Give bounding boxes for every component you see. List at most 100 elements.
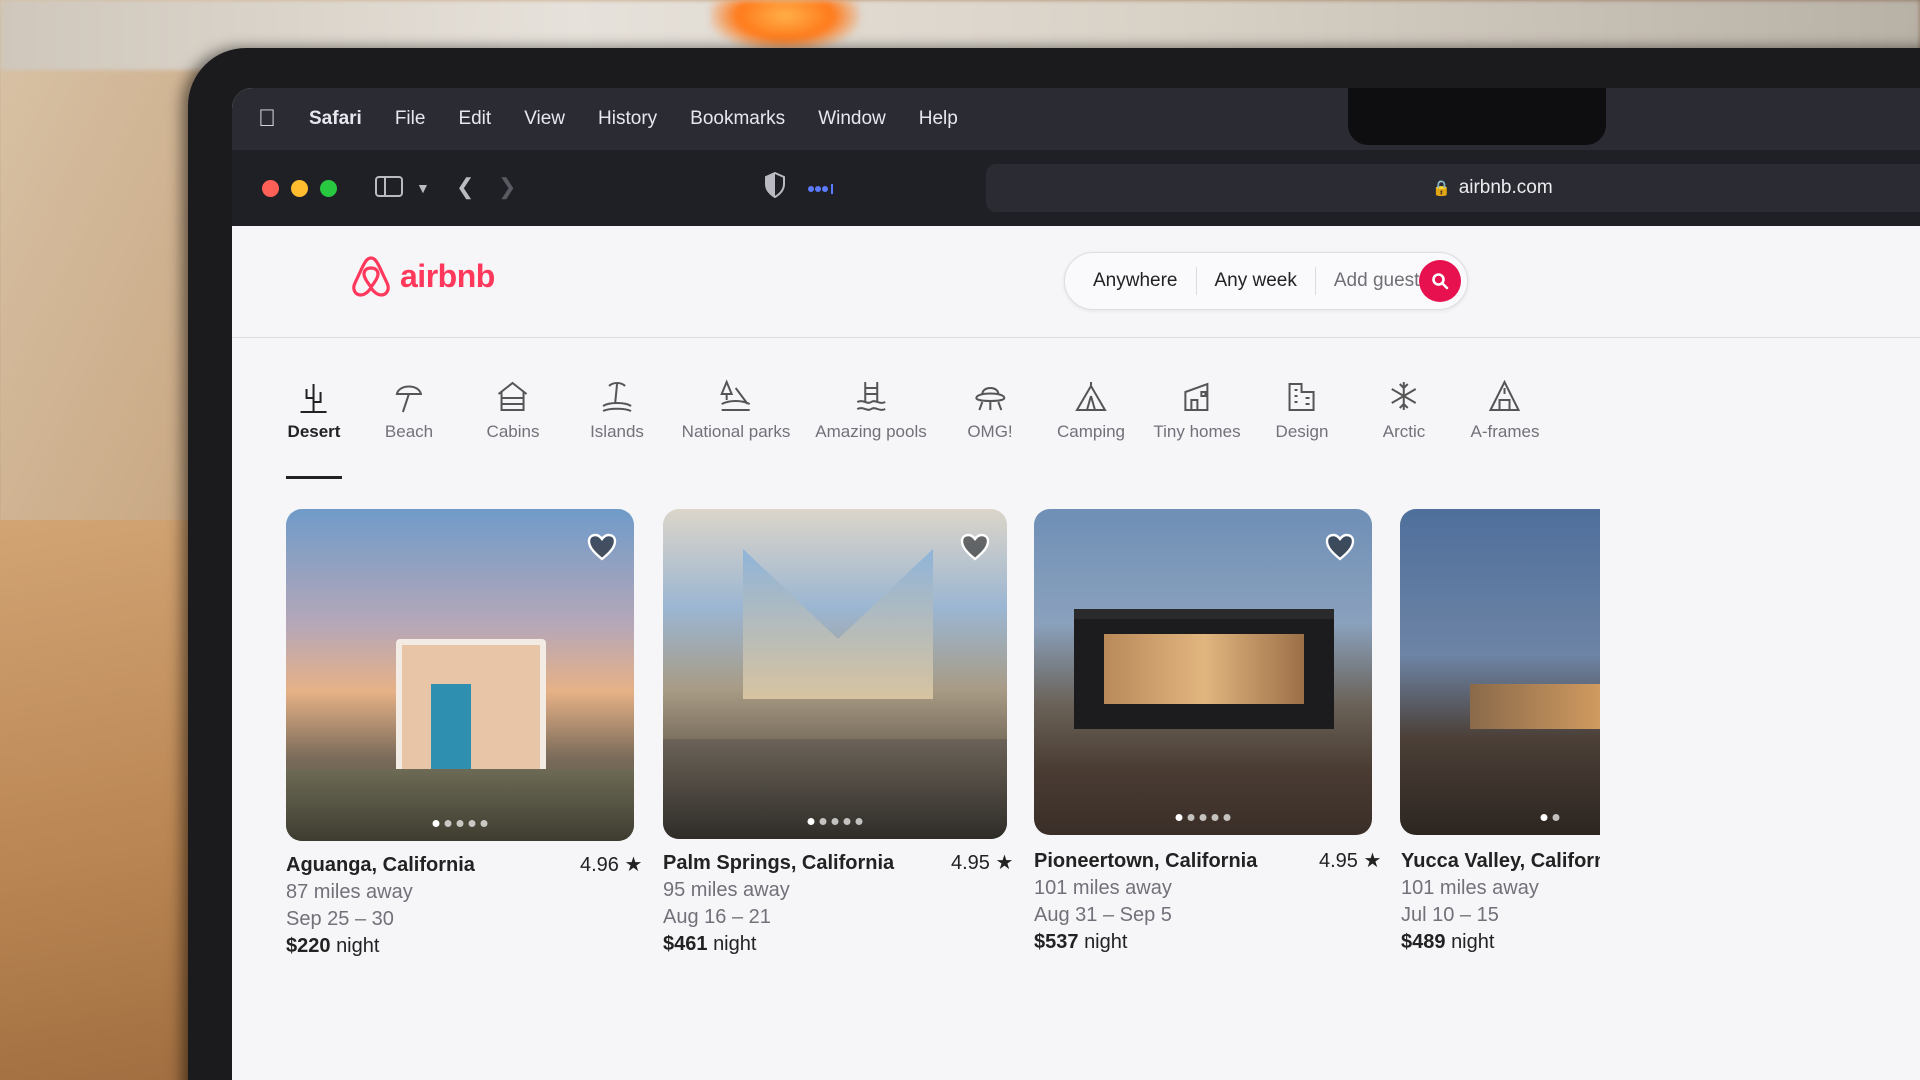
tent-icon <box>1075 382 1107 411</box>
listing-location[interactable]: Aguanga, California <box>286 852 475 879</box>
minimize-window-button[interactable] <box>291 179 308 197</box>
camera-notch <box>1348 88 1606 145</box>
ufo-icon <box>974 387 1006 411</box>
photo-pagination[interactable] <box>807 818 863 825</box>
category-tiny-homes[interactable]: Tiny homes <box>1153 378 1241 442</box>
listing-distance: 95 miles away <box>663 879 790 901</box>
rating-value: 4.95 <box>1319 850 1358 872</box>
listing-price: $220 night <box>286 933 475 960</box>
listing-price: $461 night <box>663 931 894 958</box>
lock-icon: 🔒 <box>1432 180 1451 197</box>
price-unit: night <box>1451 931 1495 953</box>
background-fire <box>710 0 860 52</box>
category-camping[interactable]: Camping <box>1057 378 1125 442</box>
listing-dates: Jul 10 – 15 <box>1401 904 1499 926</box>
a-frame-icon <box>1489 379 1521 411</box>
category-desert[interactable]: Desert <box>287 378 341 442</box>
category-label: Islands <box>590 422 644 441</box>
listing-info: Aguanga, California 87 miles away Sep 25… <box>286 852 475 960</box>
zoom-window-button[interactable] <box>320 179 337 197</box>
star-icon: ★ <box>995 852 1014 874</box>
brand-name: airbnb <box>400 257 495 294</box>
design-icon <box>1288 383 1315 411</box>
search-any-week[interactable]: Any week <box>1197 270 1315 292</box>
category-cabins[interactable]: Cabins <box>486 378 540 442</box>
category-amazing-pools[interactable]: Amazing pools <box>815 378 927 442</box>
listing-distance: 101 miles away <box>1401 877 1539 899</box>
apple-icon[interactable]:  <box>258 105 276 133</box>
island-icon <box>602 382 632 412</box>
category-omg[interactable]: OMG! <box>967 378 1013 442</box>
category-beach[interactable]: Beach <box>385 378 433 442</box>
search-anywhere[interactable]: Anywhere <box>1065 270 1196 292</box>
category-arctic[interactable]: Arctic <box>1382 378 1426 442</box>
search-bar[interactable]: Anywhere Any week Add guests <box>1064 252 1468 310</box>
chevron-down-icon[interactable]: ▼ <box>416 180 430 196</box>
menu-app-name[interactable]: Safari <box>309 108 362 130</box>
menu-help[interactable]: Help <box>919 108 958 130</box>
photo-pagination[interactable] <box>1540 814 1560 821</box>
park-icon <box>720 379 751 411</box>
tiny-home-icon <box>1183 382 1208 411</box>
listing-location[interactable]: Pioneertown, California <box>1034 848 1257 875</box>
price-unit: night <box>713 933 757 955</box>
photo-pagination[interactable] <box>1175 814 1231 821</box>
extensions-icon[interactable] <box>807 184 835 194</box>
pool-icon <box>856 382 886 411</box>
forward-arrow-icon[interactable]: ❯ <box>498 174 516 200</box>
category-label: Arctic <box>1382 422 1426 441</box>
address-bar[interactable]: 🔒 airbnb.com <box>986 164 1920 212</box>
listing-info: Pioneertown, California 101 miles away A… <box>1034 848 1257 956</box>
listing-photo[interactable] <box>1400 509 1600 835</box>
category-national-parks[interactable]: National parks <box>682 378 790 442</box>
sidebar-toggle-icon[interactable] <box>375 176 403 197</box>
category-label: Desert <box>287 422 341 441</box>
search-button[interactable] <box>1419 260 1461 302</box>
listing-rating: 4.96 ★ <box>580 852 642 877</box>
category-label: Beach <box>384 422 434 441</box>
listing-rating: 4.95 ★ <box>951 850 1013 875</box>
category-design[interactable]: Design <box>1275 378 1329 442</box>
back-arrow-icon[interactable]: ❮ <box>456 174 474 200</box>
category-islands[interactable]: Islands <box>590 378 644 442</box>
star-icon: ★ <box>624 854 643 876</box>
umbrella-icon <box>395 385 423 413</box>
address-url: airbnb.com <box>1458 177 1553 198</box>
listing-photo[interactable] <box>1034 509 1372 835</box>
window-controls <box>262 179 337 197</box>
price-unit: night <box>336 935 380 957</box>
heart-icon[interactable] <box>1324 531 1356 563</box>
menu-edit[interactable]: Edit <box>458 108 491 130</box>
heart-icon[interactable] <box>959 531 991 563</box>
privacy-shield-icon[interactable] <box>764 172 786 198</box>
airbnb-header: airbnb Anywhere Any week Add guests <box>232 226 1920 338</box>
menu-view[interactable]: View <box>524 108 565 130</box>
star-icon: ★ <box>1363 850 1382 872</box>
category-a-frames[interactable]: A-frames <box>1470 378 1540 442</box>
category-label: A-frames <box>1470 422 1540 441</box>
menu-bookmarks[interactable]: Bookmarks <box>690 108 785 130</box>
menu-file[interactable]: File <box>395 108 426 130</box>
snowflake-icon <box>1391 382 1417 410</box>
category-label: Tiny homes <box>1153 422 1241 441</box>
price-amount: $220 <box>286 935 331 957</box>
airbnb-belo-icon <box>352 256 390 297</box>
photo-pagination[interactable] <box>432 820 488 827</box>
listing-price: $489 night <box>1401 929 1600 956</box>
category-label: Design <box>1275 422 1329 441</box>
safari-toolbar: ▼ ❮ ❯ 🔒 airbnb.com <box>232 150 1920 226</box>
heart-icon[interactable] <box>586 531 618 563</box>
listing-location[interactable]: Yucca Valley, Californ <box>1401 848 1600 875</box>
listing-dates: Sep 25 – 30 <box>286 908 394 930</box>
price-amount: $461 <box>663 933 708 955</box>
airbnb-logo[interactable]: airbnb <box>350 254 495 298</box>
listing-price: $537 night <box>1034 929 1257 956</box>
close-window-button[interactable] <box>262 179 279 197</box>
category-label: Cabins <box>486 422 540 441</box>
listing-photo[interactable] <box>286 509 634 841</box>
menu-window[interactable]: Window <box>818 108 886 130</box>
listing-photo[interactable] <box>663 509 1007 839</box>
listing-location[interactable]: Palm Springs, California <box>663 850 894 877</box>
listing-info: Yucca Valley, Californ 101 miles away Ju… <box>1401 848 1600 956</box>
menu-history[interactable]: History <box>598 108 657 130</box>
